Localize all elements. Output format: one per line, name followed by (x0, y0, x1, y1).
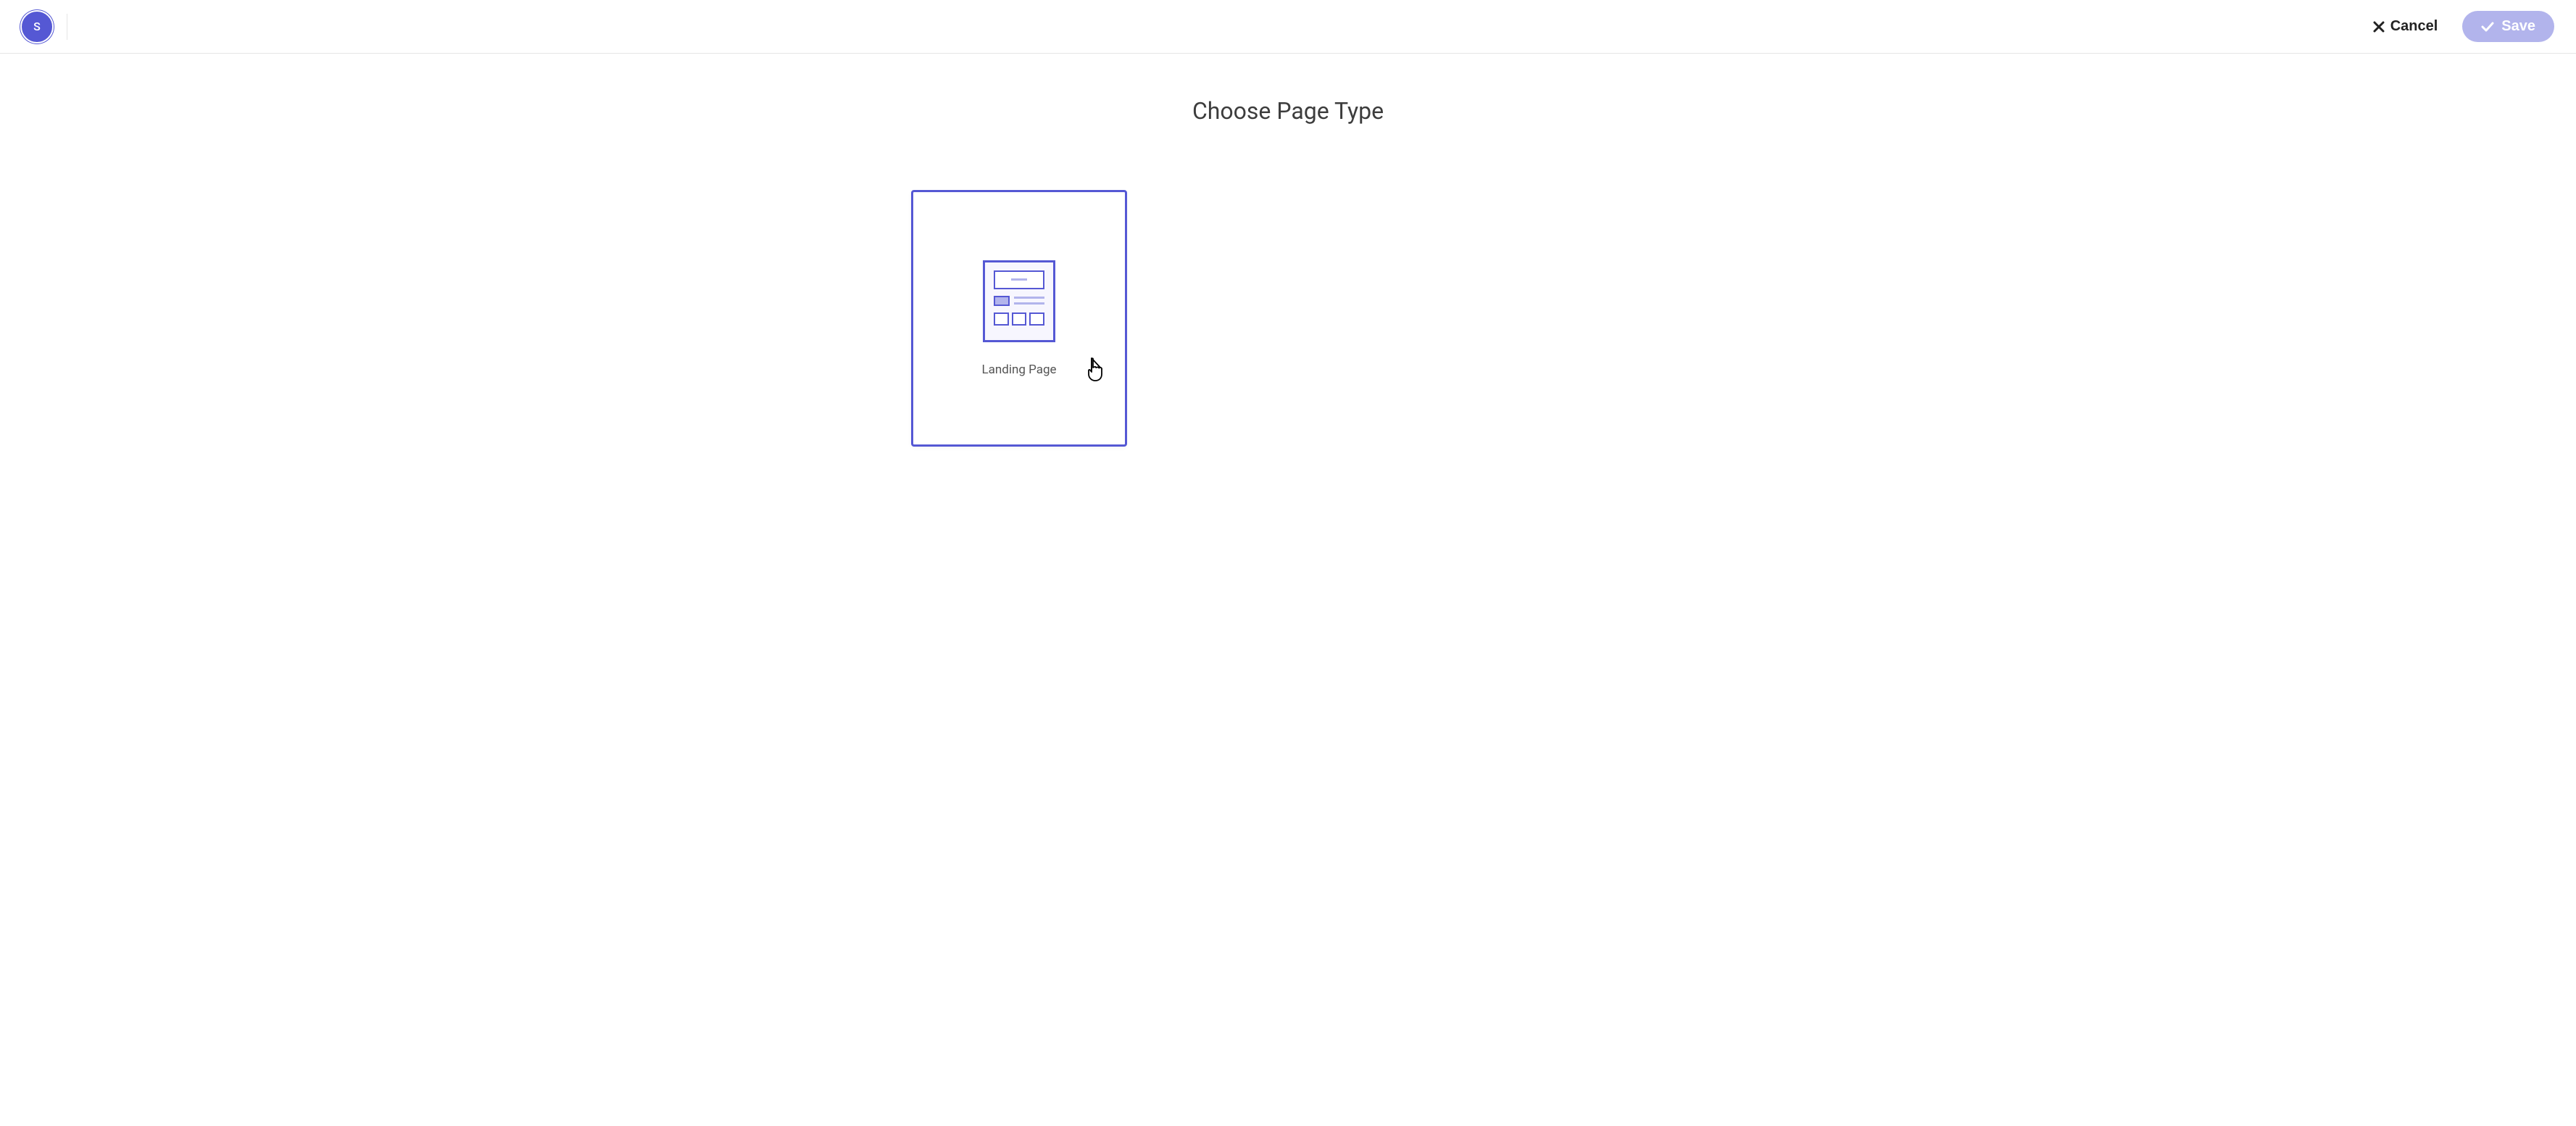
cancel-label: Cancel (2390, 18, 2438, 35)
icon-hero-line (1011, 278, 1027, 281)
check-icon (2481, 20, 2494, 33)
cancel-button[interactable]: Cancel (2370, 14, 2441, 39)
save-button[interactable]: Save (2462, 11, 2554, 42)
page-title: Choose Page Type (1192, 97, 1384, 125)
card-label: Landing Page (981, 363, 1056, 377)
icon-text-lines (1014, 297, 1044, 305)
header-left: S (22, 12, 67, 42)
save-label: Save (2501, 18, 2535, 35)
icon-text-line (1014, 302, 1044, 305)
page-type-cards: Landing Page (853, 190, 1723, 447)
icon-grid-block (1012, 312, 1027, 326)
cursor-pointer-icon (1083, 355, 1105, 386)
icon-grid-block (1029, 312, 1044, 326)
icon-row-2 (994, 296, 1044, 306)
main-content: Choose Page Type (0, 54, 2576, 490)
app-header: S Cancel Save (0, 0, 2576, 54)
icon-image-block (994, 296, 1010, 306)
icon-grid-block (994, 312, 1009, 326)
icon-hero-block (994, 270, 1044, 289)
avatar[interactable]: S (22, 12, 52, 42)
icon-row-3 (994, 312, 1044, 326)
close-icon (2373, 21, 2385, 33)
landing-page-icon (983, 260, 1055, 342)
icon-text-line (1014, 297, 1044, 299)
avatar-letter: S (33, 20, 41, 33)
header-right: Cancel Save (2370, 11, 2554, 42)
page-type-card-landing-page[interactable]: Landing Page (911, 190, 1127, 447)
